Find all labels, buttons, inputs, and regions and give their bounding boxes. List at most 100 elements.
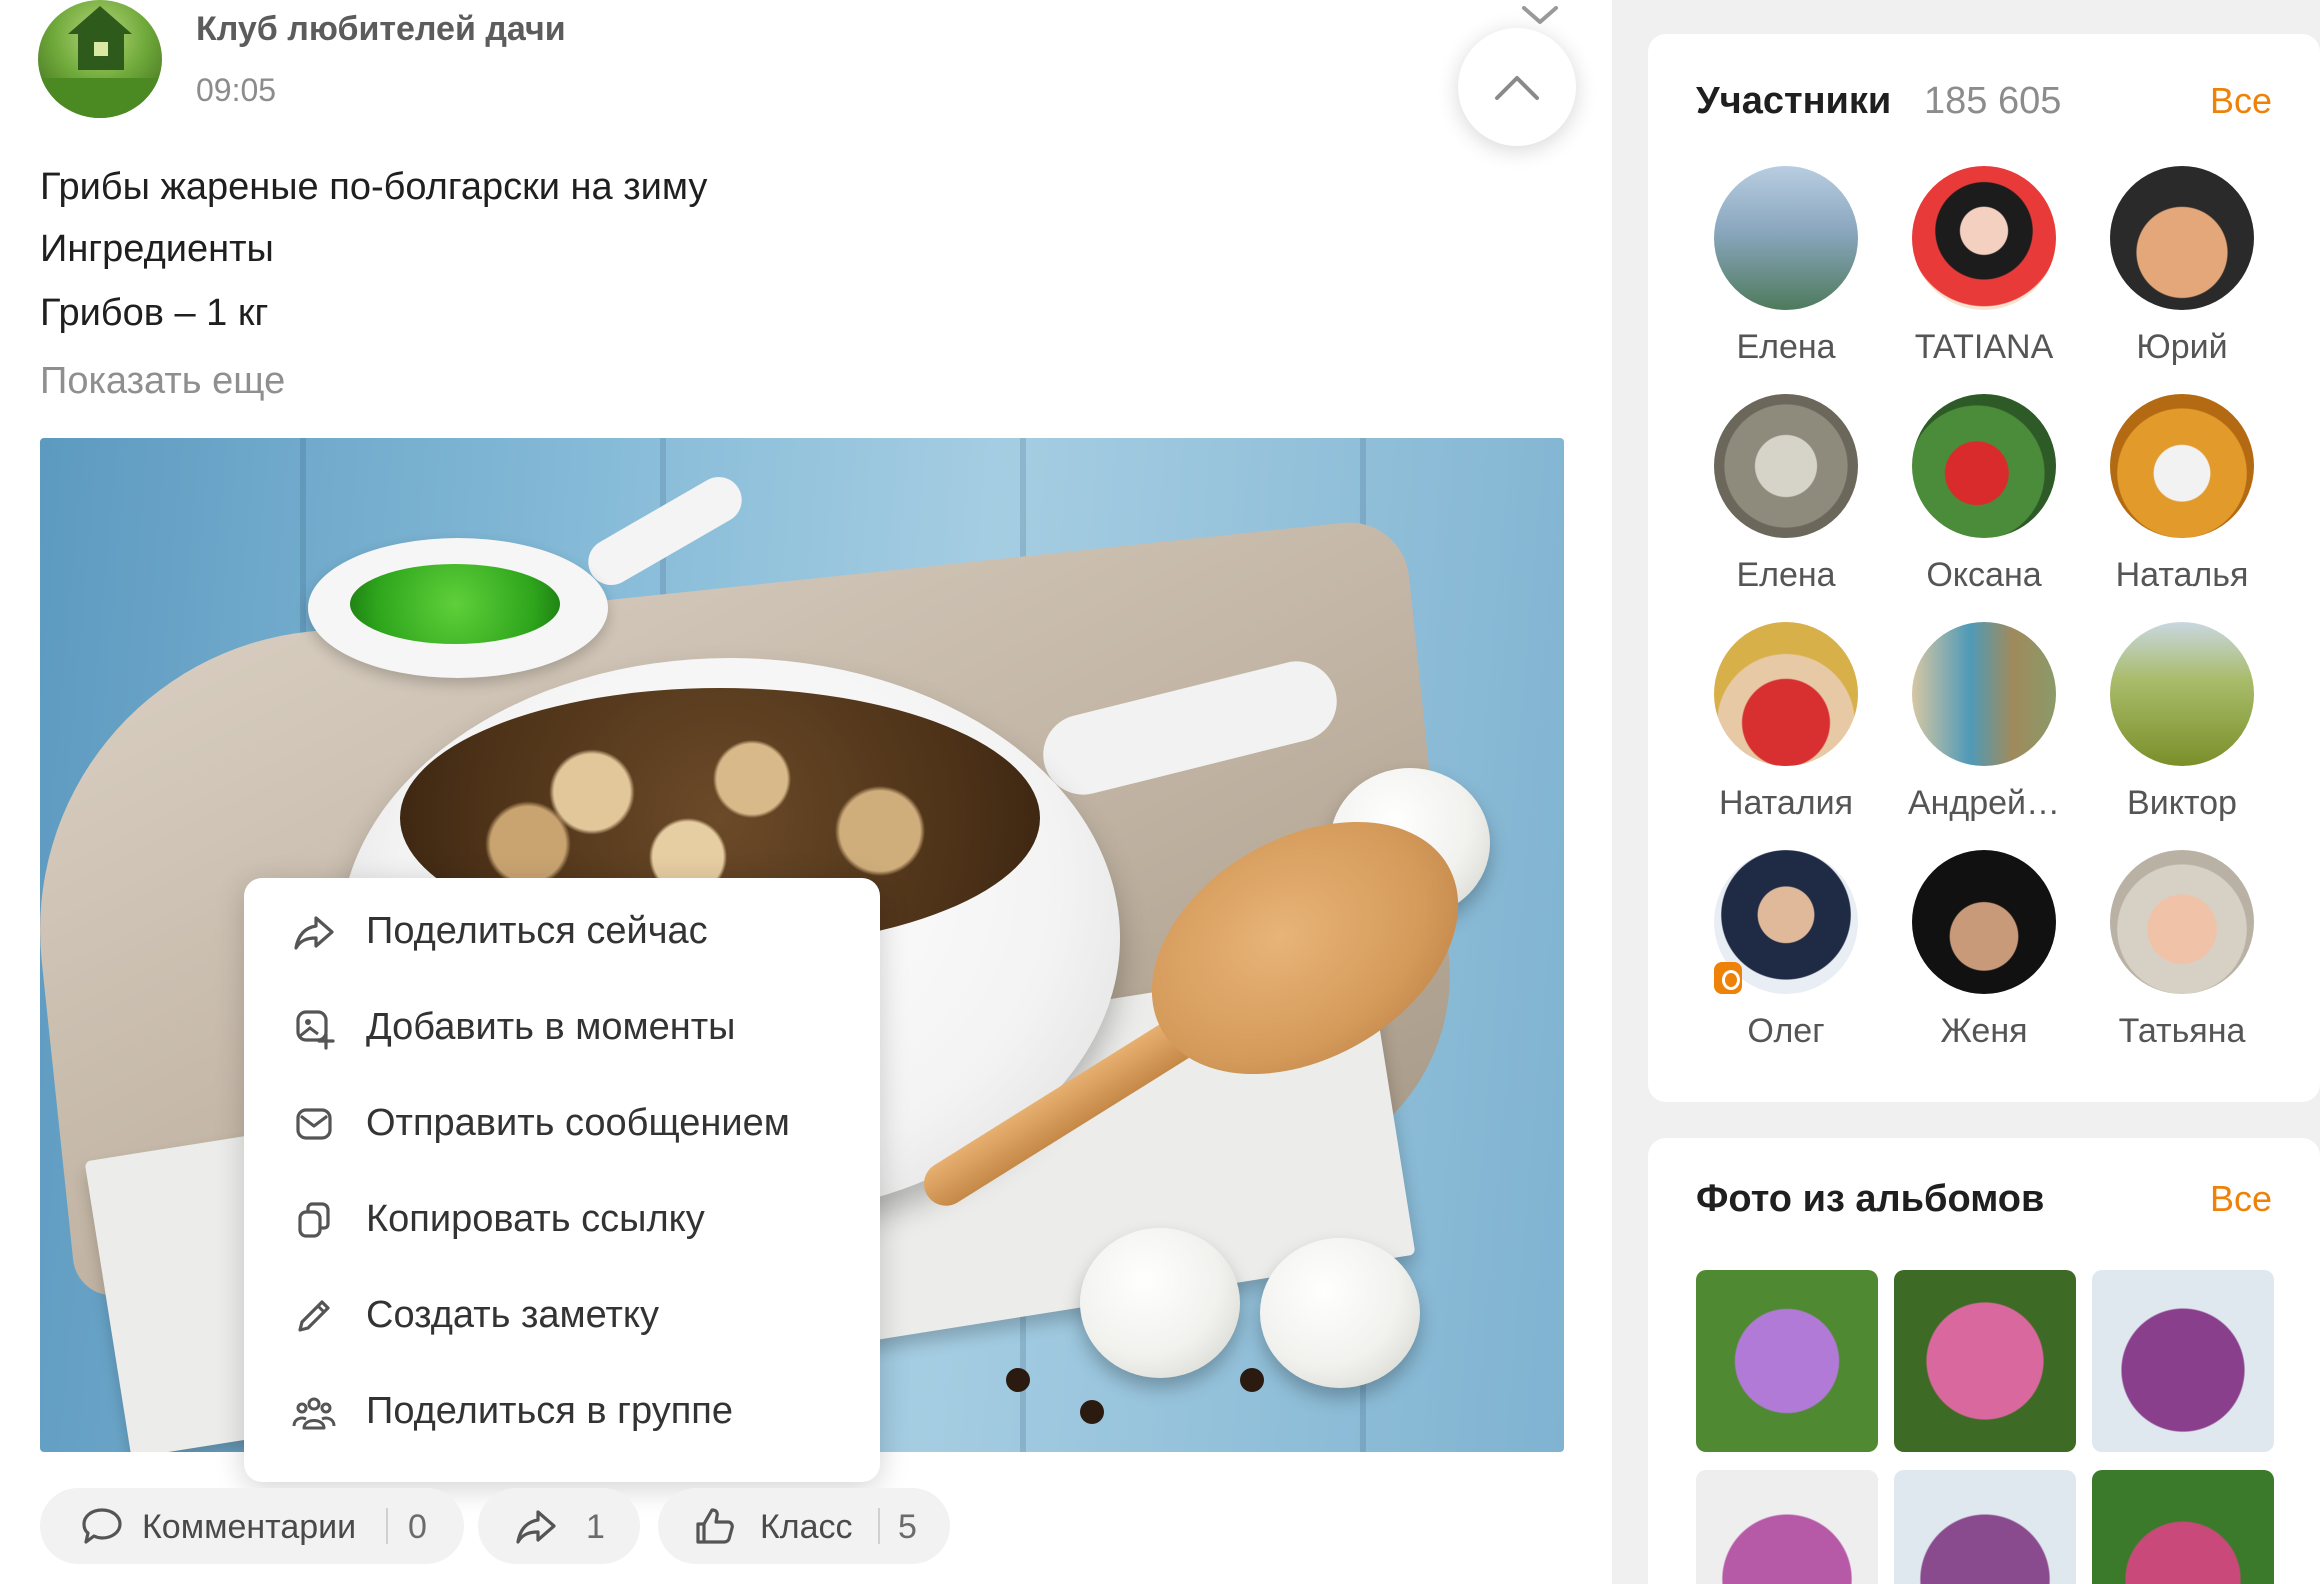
share-menu: Поделиться сейчас Добавить в моменты Отп… <box>244 878 880 1482</box>
avatar <box>2110 394 2254 538</box>
like-count: 5 <box>898 1508 917 1546</box>
album-photo-thumb[interactable] <box>1696 1270 1878 1452</box>
menu-item-add-moments[interactable]: Добавить в моменты <box>244 980 880 1076</box>
avatar <box>1912 394 2056 538</box>
post-text-line: Грибов – 1 кг <box>40 292 269 334</box>
peppercorn-shape <box>1006 1368 1030 1392</box>
member-item[interactable]: Елена <box>1686 166 1886 376</box>
member-item[interactable]: Наталия <box>1686 622 1886 832</box>
avatar <box>1912 622 2056 766</box>
divider <box>386 1508 388 1544</box>
member-item[interactable]: Женя <box>1884 850 2084 1060</box>
menu-item-label: Отправить сообщением <box>366 1102 790 1144</box>
album-photo-thumb[interactable] <box>1696 1470 1878 1584</box>
envelope-icon <box>296 1108 332 1140</box>
member-item[interactable]: Виктор <box>2082 622 2282 832</box>
member-name: Елена <box>1736 328 1836 366</box>
member-item[interactable]: Андрей… <box>1884 622 2084 832</box>
post-text-line: Грибы жареные по-болгарски на зиму <box>40 166 708 208</box>
member-item[interactable]: Наталья <box>2082 394 2282 604</box>
photos-title: Фото из альбомов <box>1696 1178 2045 1220</box>
menu-item-label: Поделиться в группе <box>366 1390 733 1432</box>
comments-button[interactable]: Комментарии 0 <box>40 1488 464 1564</box>
member-name: Виктор <box>2127 784 2237 822</box>
menu-item-share-now[interactable]: Поделиться сейчас <box>244 884 880 980</box>
avatar <box>2110 166 2254 310</box>
group-name-link[interactable]: Клуб любителей дачи <box>196 10 566 49</box>
member-name: TATIANA <box>1914 328 2054 366</box>
member-name: Женя <box>1940 1012 2028 1050</box>
group-icon <box>292 1397 336 1430</box>
members-title: Участники <box>1696 80 1892 122</box>
member-item[interactable]: Татьяна <box>2082 850 2282 1060</box>
like-button[interactable]: Класс 5 <box>658 1488 950 1564</box>
album-photo-thumb[interactable] <box>1894 1470 2076 1584</box>
avatar <box>2110 622 2254 766</box>
comment-bubble-icon <box>82 1508 122 1544</box>
feed-post: Клуб любителей дачи 09:05 Грибы жареные … <box>0 0 1612 1584</box>
member-name: Наталия <box>1718 784 1854 822</box>
album-photo-thumb[interactable] <box>1894 1270 2076 1452</box>
avatar <box>1714 622 1858 766</box>
member-name: Татьяна <box>2118 1012 2246 1050</box>
comments-count: 0 <box>408 1508 427 1546</box>
member-name: Юрий <box>2136 328 2228 366</box>
photos-all-link[interactable]: Все <box>2210 1178 2272 1220</box>
garlic-shape <box>1080 1228 1240 1378</box>
share-arrow-icon <box>516 1510 556 1544</box>
menu-item-copy-link[interactable]: Копировать ссылку <box>244 1172 880 1268</box>
pencil-icon <box>298 1300 330 1332</box>
menu-item-create-note[interactable]: Создать заметку <box>244 1268 880 1364</box>
group-avatar[interactable] <box>38 0 162 118</box>
member-name: Оксана <box>1926 556 2042 594</box>
ok-badge-icon <box>1714 962 1742 994</box>
members-count: 185 605 <box>1924 80 2062 122</box>
garlic-shape <box>1260 1238 1420 1388</box>
menu-item-label: Поделиться сейчас <box>366 910 708 952</box>
member-item[interactable]: Олег <box>1686 850 1886 1060</box>
avatar <box>1912 166 2056 310</box>
menu-item-label: Добавить в моменты <box>366 1006 736 1048</box>
menu-item-label: Копировать ссылку <box>366 1198 705 1240</box>
album-photo-thumb[interactable] <box>2092 1270 2274 1452</box>
moments-add-icon <box>296 1010 335 1050</box>
avatar <box>1714 166 1858 310</box>
peppercorn-shape <box>1080 1400 1104 1424</box>
members-all-link[interactable]: Все <box>2210 80 2272 122</box>
thumbs-up-icon <box>696 1508 734 1544</box>
album-photo-thumb[interactable] <box>2092 1470 2274 1584</box>
chevron-down-icon[interactable] <box>1520 4 1560 28</box>
share-button[interactable]: 1 <box>478 1488 640 1564</box>
share-count: 1 <box>586 1508 605 1546</box>
show-more-link[interactable]: Показать еще <box>40 360 285 403</box>
share-arrow-icon <box>294 916 334 950</box>
member-item[interactable]: Юрий <box>2082 166 2282 376</box>
post-time: 09:05 <box>196 72 277 108</box>
menu-item-share-group[interactable]: Поделиться в группе <box>244 1364 880 1460</box>
avatar <box>2110 850 2254 994</box>
copy-icon <box>298 1202 330 1238</box>
album-photos-card: Фото из альбомов Все <box>1648 1138 2320 1584</box>
chevron-up-icon <box>1495 76 1539 100</box>
green-onion-shape <box>350 564 560 644</box>
member-item[interactable]: Елена <box>1686 394 1886 604</box>
small-bowl-shape <box>308 538 608 678</box>
comments-label: Комментарии <box>142 1508 357 1546</box>
member-name: Олег <box>1747 1012 1825 1050</box>
avatar <box>1714 394 1858 538</box>
peppercorn-shape <box>1240 1368 1264 1392</box>
divider <box>878 1508 880 1544</box>
member-name: Елена <box>1736 556 1836 594</box>
member-item[interactable]: TATIANA <box>1884 166 2084 376</box>
house-window-shape <box>94 42 108 56</box>
member-name: Андрей… <box>1907 784 2061 822</box>
member-item[interactable]: Оксана <box>1884 394 2084 604</box>
scroll-up-button[interactable] <box>1458 28 1576 146</box>
grass-shape <box>38 78 162 118</box>
avatar <box>1912 850 2056 994</box>
menu-item-label: Создать заметку <box>366 1294 659 1336</box>
member-name: Наталья <box>2115 556 2249 594</box>
like-label: Класс <box>760 1508 853 1546</box>
post-text-line: Ингредиенты <box>40 228 274 270</box>
menu-item-send-message[interactable]: Отправить сообщением <box>244 1076 880 1172</box>
